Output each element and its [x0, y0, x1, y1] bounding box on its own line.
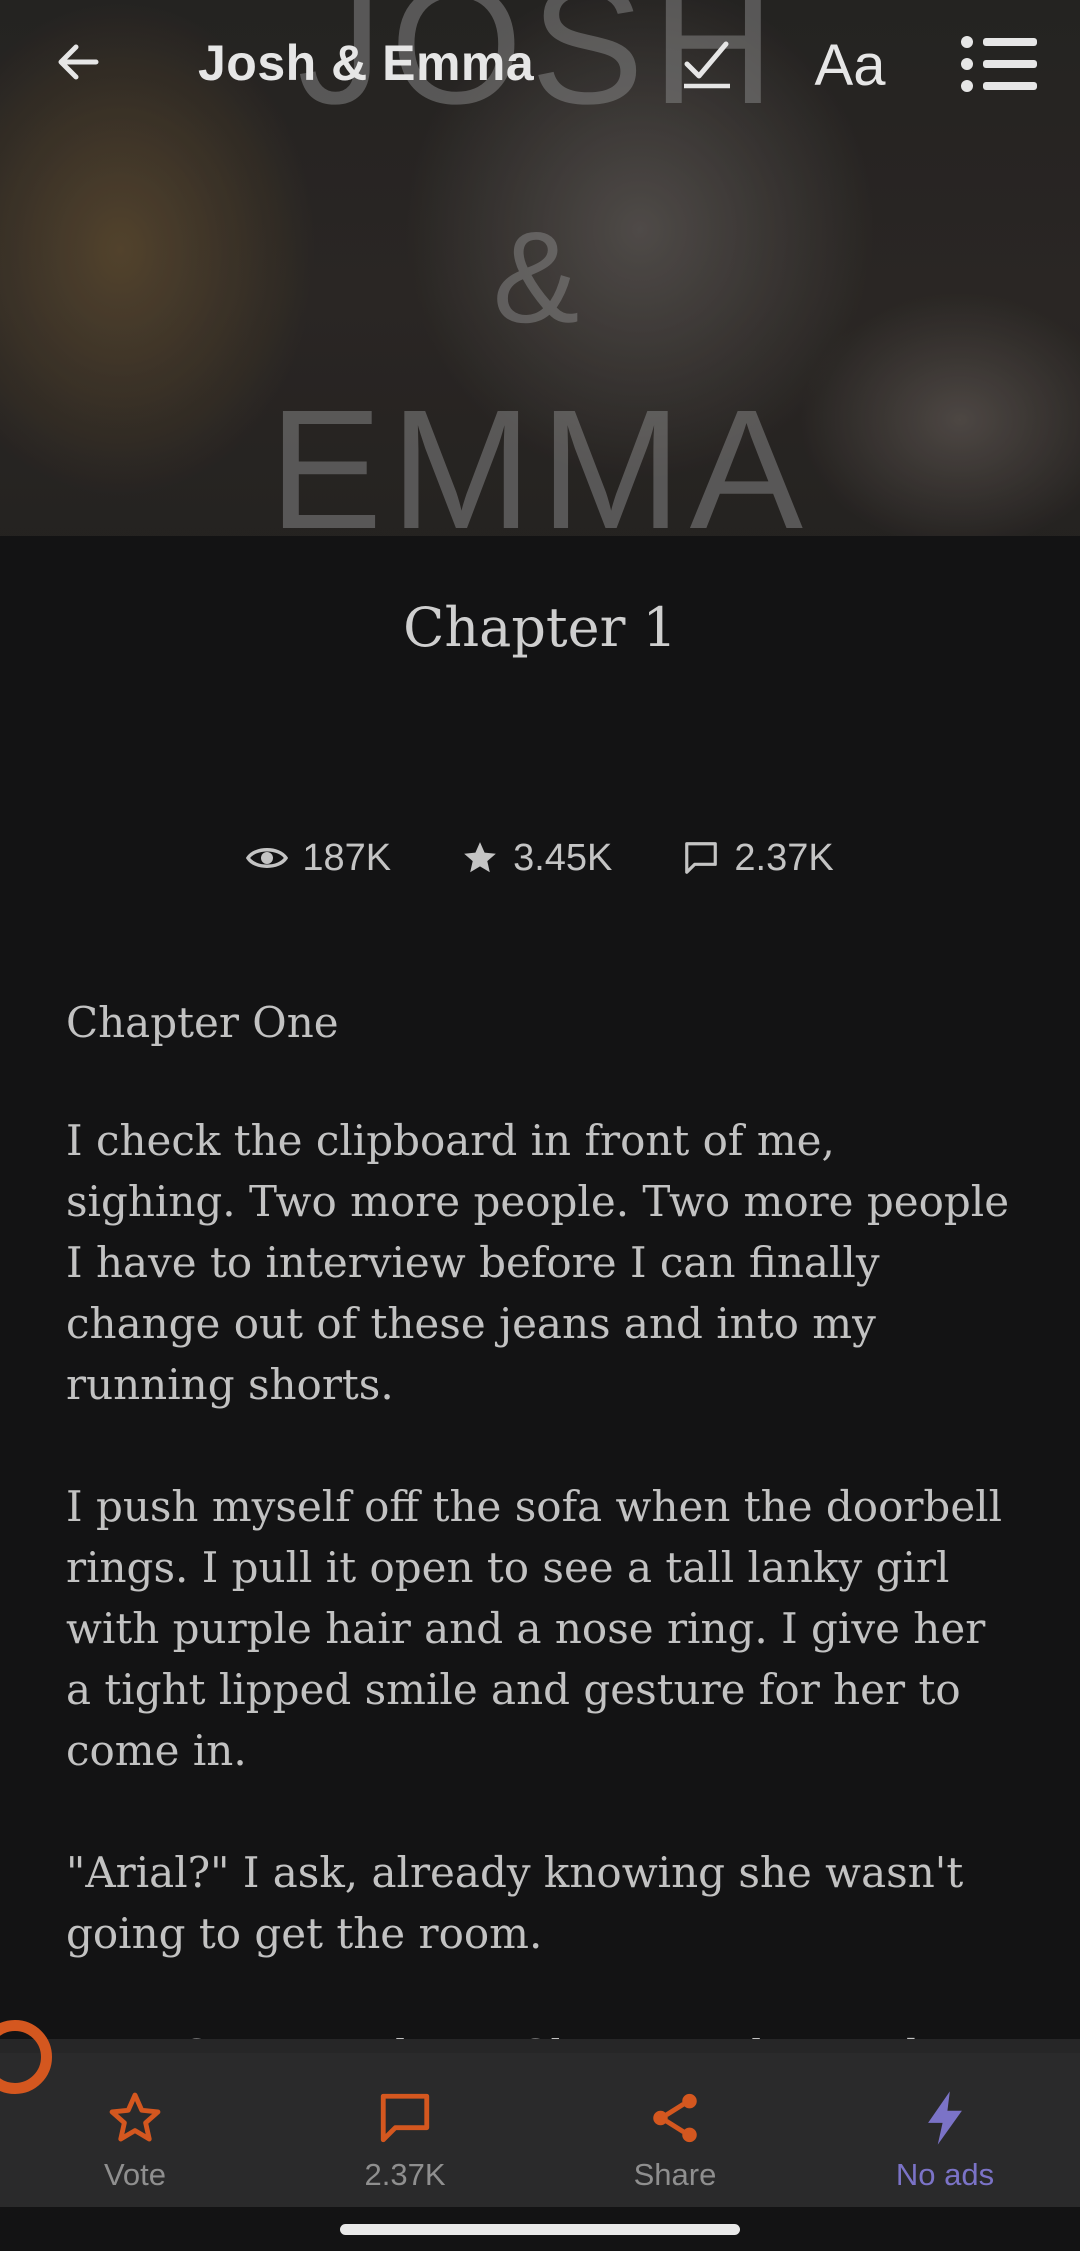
votes-stat: 3.45K [461, 837, 612, 880]
table-of-contents-button[interactable] [956, 24, 1042, 104]
lightning-icon [928, 2091, 962, 2145]
font-settings-button[interactable]: Aa [800, 20, 900, 110]
bottom-action-bar: Vote 2.37K Share No ads [0, 2039, 1080, 2207]
comments-stat: 2.37K [682, 836, 834, 880]
home-indicator[interactable] [340, 2224, 740, 2235]
star-outline-icon [109, 2092, 161, 2142]
reader-screen: JOSH & EMMA Josh & Emma Aa Chapter 1 187… [0, 0, 1080, 2251]
story-paragraph: Chapter One [66, 998, 339, 1047]
share-button[interactable]: Share [540, 2053, 810, 2207]
top-app-bar: Josh & Emma Aa [0, 0, 1080, 132]
chapter-stats: 187K 3.45K 2.37K [0, 832, 1080, 884]
reads-count: 187K [302, 836, 392, 879]
comments-count: 2.37K [734, 836, 834, 879]
back-arrow-icon [58, 44, 99, 80]
mark-read-button[interactable] [672, 28, 742, 98]
vote-label: Vote [103, 2157, 167, 2192]
story-text: Chapter One I check the clipboard in fro… [66, 992, 1016, 2147]
story-paragraph: I push myself off the sofa when the door… [66, 1482, 1003, 1775]
share-icon [653, 2093, 697, 2143]
no-ads-button[interactable]: No ads [810, 2053, 1080, 2207]
back-button[interactable] [40, 24, 116, 100]
votes-count: 3.45K [513, 836, 613, 879]
chapter-title: Chapter 1 [403, 596, 677, 659]
story-paragraph: I check the clipboard in front of me, si… [66, 1116, 1010, 1409]
star-icon [464, 842, 496, 873]
comments-button[interactable]: 2.37K [270, 2053, 540, 2207]
font-size-icon: Aa [814, 32, 886, 98]
comment-icon [685, 842, 718, 874]
comment-icon [380, 2093, 430, 2143]
story-title: Josh & Emma [198, 35, 535, 91]
table-of-contents-icon [961, 36, 1037, 92]
reads-stat: 187K [246, 837, 391, 880]
comments-label: 2.37K [364, 2157, 446, 2192]
no-ads-label: No ads [895, 2157, 995, 2192]
eye-icon [246, 848, 289, 868]
story-paragraph: "Arial?" I ask, already knowing she wasn… [66, 1848, 964, 1958]
share-label: Share [633, 2157, 717, 2192]
checkmark-icon [684, 41, 730, 89]
